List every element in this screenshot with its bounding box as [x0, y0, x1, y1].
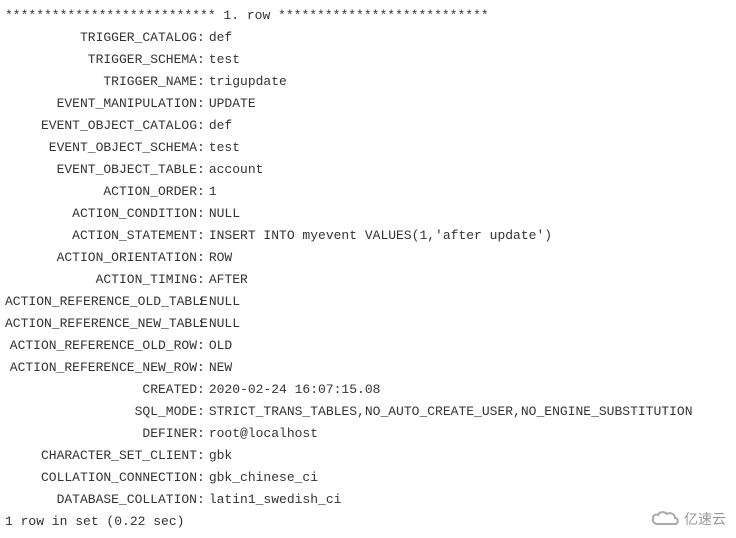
- field-value: def: [205, 115, 232, 137]
- field-row: TRIGGER_CATALOG:def: [5, 27, 731, 49]
- field-colon: :: [197, 467, 205, 489]
- field-colon: :: [197, 335, 205, 357]
- field-colon: :: [197, 269, 205, 291]
- field-row: ACTION_ORIENTATION:ROW: [5, 247, 731, 269]
- field-value: OLD: [205, 335, 232, 357]
- field-value: test: [205, 49, 240, 71]
- field-row: TRIGGER_SCHEMA:test: [5, 49, 731, 71]
- field-value: account: [205, 159, 264, 181]
- field-value: INSERT INTO myevent VALUES(1,'after upda…: [205, 225, 552, 247]
- field-label: ACTION_REFERENCE_OLD_TABLE: [5, 291, 197, 313]
- field-label: SQL_MODE: [5, 401, 197, 423]
- field-label: ACTION_STATEMENT: [5, 225, 197, 247]
- field-row: EVENT_OBJECT_TABLE:account: [5, 159, 731, 181]
- field-value: ROW: [205, 247, 232, 269]
- field-value: 2020-02-24 16:07:15.08: [205, 379, 381, 401]
- field-label: ACTION_REFERENCE_OLD_ROW: [5, 335, 197, 357]
- result-footer: 1 row in set (0.22 sec): [5, 511, 731, 533]
- field-colon: :: [197, 225, 205, 247]
- field-label: ACTION_REFERENCE_NEW_ROW: [5, 357, 197, 379]
- field-value: latin1_swedish_ci: [205, 489, 342, 511]
- field-row: ACTION_STATEMENT:INSERT INTO myevent VAL…: [5, 225, 731, 247]
- field-colon: :: [197, 489, 205, 511]
- field-row: ACTION_REFERENCE_OLD_ROW:OLD: [5, 335, 731, 357]
- field-row: ACTION_ORDER:1: [5, 181, 731, 203]
- field-value: NULL: [205, 203, 240, 225]
- field-value: test: [205, 137, 240, 159]
- field-colon: :: [197, 49, 205, 71]
- field-label: ACTION_ORDER: [5, 181, 197, 203]
- field-row: ACTION_REFERENCE_OLD_TABLE:NULL: [5, 291, 731, 313]
- field-label: TRIGGER_NAME: [5, 71, 197, 93]
- field-label: DATABASE_COLLATION: [5, 489, 197, 511]
- field-value: NULL: [205, 313, 240, 335]
- field-value: NULL: [205, 291, 240, 313]
- field-label: TRIGGER_SCHEMA: [5, 49, 197, 71]
- field-colon: :: [197, 247, 205, 269]
- field-value: NEW: [205, 357, 232, 379]
- field-row: ACTION_TIMING:AFTER: [5, 269, 731, 291]
- field-label: TRIGGER_CATALOG: [5, 27, 197, 49]
- watermark: 亿速云: [650, 508, 726, 530]
- field-colon: :: [197, 313, 205, 335]
- field-label: COLLATION_CONNECTION: [5, 467, 197, 489]
- field-colon: :: [197, 71, 205, 93]
- field-colon: :: [197, 203, 205, 225]
- field-colon: :: [197, 115, 205, 137]
- field-colon: :: [197, 93, 205, 115]
- field-row: EVENT_OBJECT_SCHEMA:test: [5, 137, 731, 159]
- field-label: EVENT_OBJECT_SCHEMA: [5, 137, 197, 159]
- field-colon: :: [197, 401, 205, 423]
- field-colon: :: [197, 181, 205, 203]
- field-colon: :: [197, 159, 205, 181]
- field-row: TRIGGER_NAME:trigupdate: [5, 71, 731, 93]
- field-value: gbk_chinese_ci: [205, 467, 318, 489]
- field-row: DATABASE_COLLATION:latin1_swedish_ci: [5, 489, 731, 511]
- field-colon: :: [197, 137, 205, 159]
- field-colon: :: [197, 291, 205, 313]
- field-row: ACTION_CONDITION:NULL: [5, 203, 731, 225]
- field-colon: :: [197, 357, 205, 379]
- field-colon: :: [197, 423, 205, 445]
- field-value: 1: [205, 181, 217, 203]
- field-label: EVENT_MANIPULATION: [5, 93, 197, 115]
- fields-container: TRIGGER_CATALOG:defTRIGGER_SCHEMA:testTR…: [5, 27, 731, 511]
- field-value: root@localhost: [205, 423, 318, 445]
- field-label: ACTION_ORIENTATION: [5, 247, 197, 269]
- field-colon: :: [197, 445, 205, 467]
- field-value: trigupdate: [205, 71, 287, 93]
- field-row: CREATED:2020-02-24 16:07:15.08: [5, 379, 731, 401]
- field-value: def: [205, 27, 232, 49]
- field-label: CHARACTER_SET_CLIENT: [5, 445, 197, 467]
- field-label: ACTION_TIMING: [5, 269, 197, 291]
- watermark-text: 亿速云: [684, 508, 726, 530]
- field-row: DEFINER:root@localhost: [5, 423, 731, 445]
- cloud-icon: [650, 510, 680, 528]
- field-row: CHARACTER_SET_CLIENT:gbk: [5, 445, 731, 467]
- field-colon: :: [197, 27, 205, 49]
- field-label: EVENT_OBJECT_CATALOG: [5, 115, 197, 137]
- field-value: UPDATE: [205, 93, 256, 115]
- field-colon: :: [197, 379, 205, 401]
- field-value: STRICT_TRANS_TABLES,NO_AUTO_CREATE_USER,…: [205, 401, 693, 423]
- field-label: CREATED: [5, 379, 197, 401]
- field-row: ACTION_REFERENCE_NEW_TABLE:NULL: [5, 313, 731, 335]
- field-label: ACTION_CONDITION: [5, 203, 197, 225]
- field-row: ACTION_REFERENCE_NEW_ROW:NEW: [5, 357, 731, 379]
- row-separator: *************************** 1. row *****…: [5, 5, 731, 27]
- field-label: EVENT_OBJECT_TABLE: [5, 159, 197, 181]
- field-row: EVENT_MANIPULATION:UPDATE: [5, 93, 731, 115]
- field-label: DEFINER: [5, 423, 197, 445]
- field-row: EVENT_OBJECT_CATALOG:def: [5, 115, 731, 137]
- field-value: gbk: [205, 445, 232, 467]
- field-value: AFTER: [205, 269, 248, 291]
- field-row: COLLATION_CONNECTION:gbk_chinese_ci: [5, 467, 731, 489]
- field-row: SQL_MODE:STRICT_TRANS_TABLES,NO_AUTO_CRE…: [5, 401, 731, 423]
- field-label: ACTION_REFERENCE_NEW_TABLE: [5, 313, 197, 335]
